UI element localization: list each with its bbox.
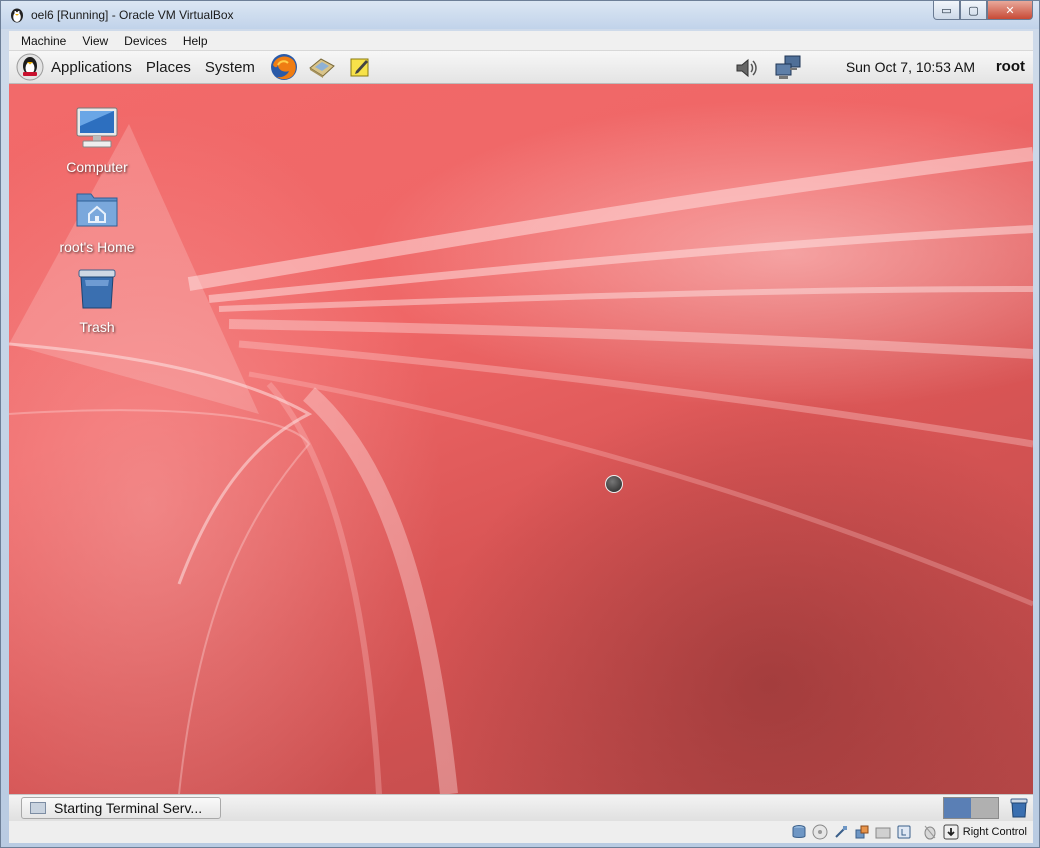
guest-display[interactable]: Applications Places System Sun Oct 7, 10…	[9, 51, 1033, 821]
mail-icon[interactable]	[307, 52, 337, 82]
workspace-1[interactable]	[944, 798, 971, 818]
busy-cursor-icon	[605, 475, 623, 493]
tux-icon	[11, 8, 23, 23]
user-name[interactable]: root	[996, 58, 1025, 75]
hard-disk-icon[interactable]	[791, 824, 807, 840]
mouse-integration-icon[interactable]	[922, 824, 938, 840]
system-menu[interactable]: System	[205, 59, 255, 76]
taskbar-window-button[interactable]: Starting Terminal Serv...	[21, 797, 221, 819]
vbox-status-bar: Right Control	[9, 821, 1033, 843]
host-key-label: Right Control	[962, 826, 1027, 838]
virtualbox-window: oel6 [Running] - Oracle VM VirtualBox ▭ …	[0, 0, 1040, 848]
firefox-icon[interactable]	[269, 52, 299, 82]
home-desktop-icon[interactable]: root's Home	[51, 184, 143, 255]
close-button[interactable]: ✕	[987, 1, 1033, 20]
home-folder-icon	[76, 193, 118, 227]
capture-icon[interactable]	[896, 824, 912, 840]
computer-label: Computer	[66, 159, 128, 175]
trash-label: Trash	[79, 319, 115, 335]
home-label: root's Home	[59, 239, 135, 255]
network-icon[interactable]	[773, 53, 803, 83]
trash-desktop-icon[interactable]: Trash	[51, 264, 143, 335]
notes-icon[interactable]	[345, 52, 375, 82]
desktop[interactable]: Computer root's Home Trash	[9, 84, 1033, 794]
wallpaper-streaks	[9, 124, 1033, 794]
menu-view[interactable]: View	[74, 34, 116, 48]
gnome-bottom-panel: Starting Terminal Serv...	[9, 794, 1033, 821]
network-adapter-icon[interactable]	[854, 824, 870, 840]
trash-icon	[78, 269, 116, 309]
gnome-top-panel: Applications Places System Sun Oct 7, 10…	[9, 51, 1033, 84]
host-key-icon[interactable]	[943, 824, 959, 840]
optical-drive-icon[interactable]	[812, 824, 828, 840]
title-bar[interactable]: oel6 [Running] - Oracle VM VirtualBox ▭ …	[1, 1, 1039, 29]
places-menu[interactable]: Places	[146, 59, 191, 76]
panel-clock[interactable]: Sun Oct 7, 10:53 AM	[846, 59, 975, 75]
window-title: oel6 [Running] - Oracle VM VirtualBox	[31, 8, 234, 22]
shared-folders-icon[interactable]	[875, 824, 891, 840]
menu-help[interactable]: Help	[175, 34, 216, 48]
workspace-2[interactable]	[971, 798, 998, 818]
menu-machine[interactable]: Machine	[13, 34, 74, 48]
workspace-switcher[interactable]	[943, 797, 999, 819]
computer-desktop-icon[interactable]: Computer	[51, 104, 143, 175]
maximize-button[interactable]: ▢	[960, 1, 987, 20]
oracle-penguin-icon[interactable]	[15, 52, 45, 82]
terminal-window-icon	[30, 802, 46, 814]
trash-applet-icon[interactable]	[1009, 797, 1029, 819]
volume-icon[interactable]	[731, 53, 761, 83]
usb-icon[interactable]	[833, 824, 849, 840]
menu-devices[interactable]: Devices	[116, 34, 175, 48]
applications-menu[interactable]: Applications	[51, 59, 132, 76]
minimize-button[interactable]: ▭	[933, 1, 960, 20]
computer-icon	[76, 107, 118, 148]
menu-bar: Machine View Devices Help	[9, 31, 1033, 51]
task-label: Starting Terminal Serv...	[54, 800, 203, 816]
